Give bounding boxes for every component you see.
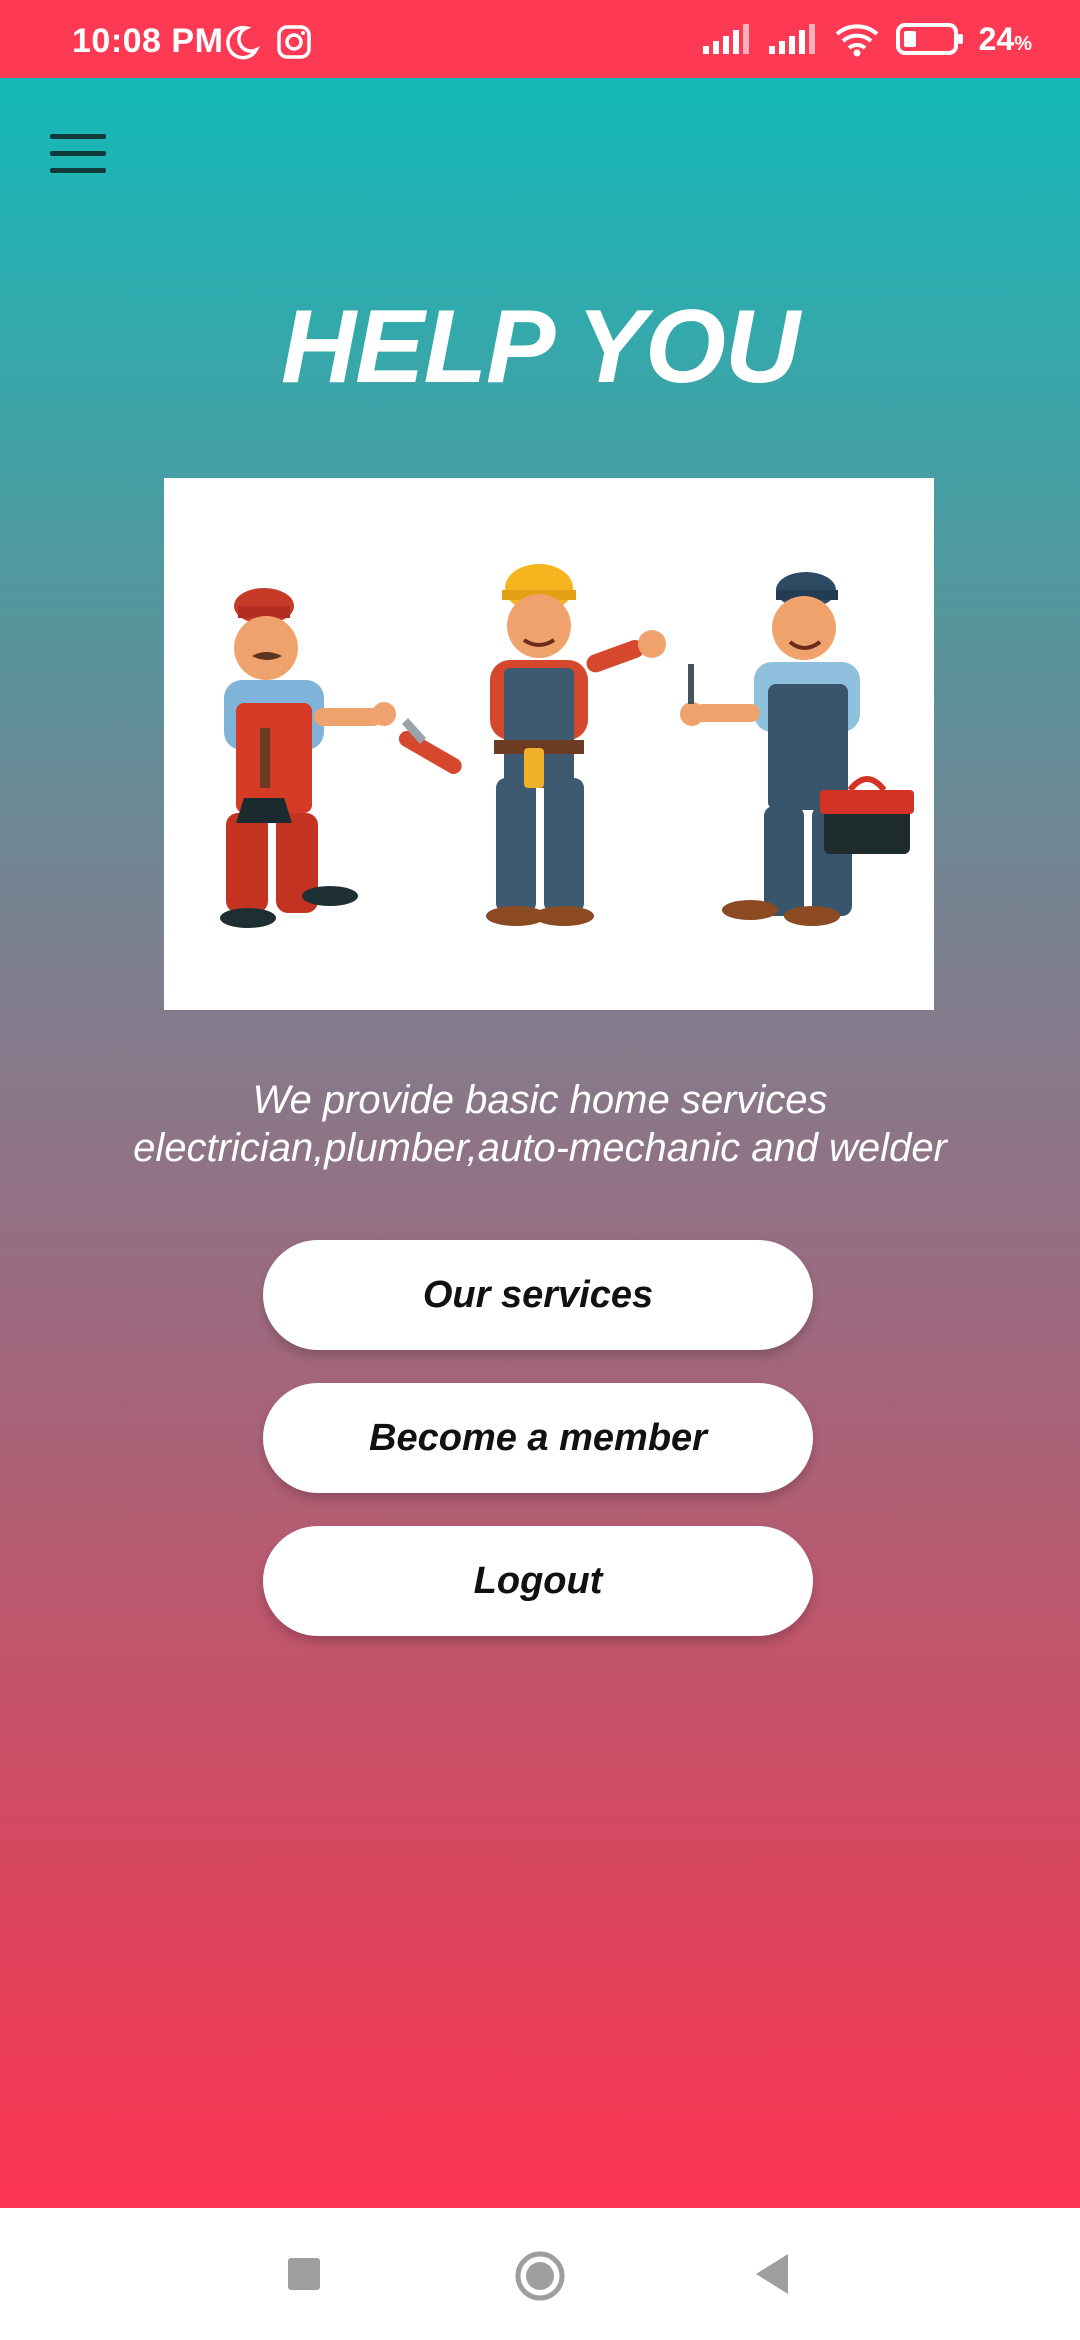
app-screen: HELP YOU We provide basic home services … xyxy=(0,78,1080,2208)
battery-icon xyxy=(895,23,963,55)
hamburger-menu-icon[interactable] xyxy=(50,134,106,178)
tagline-line-2: electrician,plumber,auto-mechanic and we… xyxy=(133,1126,947,1170)
signal-icon xyxy=(768,24,815,54)
battery-percent: 24 xyxy=(978,20,1015,57)
wifi-icon xyxy=(835,24,878,57)
system-navigation-bar xyxy=(0,2208,1080,2340)
tagline-line-1: We provide basic home services xyxy=(252,1078,828,1122)
recent-apps-icon[interactable] xyxy=(286,2256,322,2292)
logout-button[interactable]: Logout xyxy=(263,1526,813,1636)
status-time: 10:08 PM xyxy=(72,22,224,60)
home-icon[interactable] xyxy=(514,2250,566,2302)
workers-illustration xyxy=(164,478,934,1010)
electrician-figure xyxy=(398,564,666,926)
signal-icon xyxy=(702,24,749,54)
moon-icon xyxy=(226,25,260,60)
instagram-icon xyxy=(277,25,311,59)
tagline: We provide basic home services electrici… xyxy=(0,1076,1080,1172)
back-icon[interactable] xyxy=(754,2252,790,2296)
status-bar: 10:08 PM 24% xyxy=(0,0,1080,78)
our-services-button[interactable]: Our services xyxy=(263,1240,813,1350)
plumber-figure xyxy=(220,588,396,928)
battery-unit: % xyxy=(1014,32,1032,55)
become-member-button[interactable]: Become a member xyxy=(263,1383,813,1493)
mechanic-figure xyxy=(680,572,914,926)
page-title: HELP YOU xyxy=(281,289,800,405)
